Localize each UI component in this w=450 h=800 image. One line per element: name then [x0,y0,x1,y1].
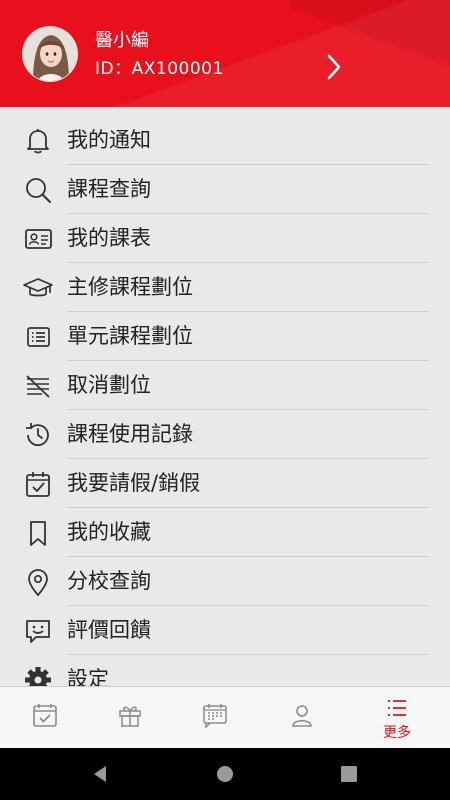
menu-item-leave-request[interactable]: 我要請假/銷假 [0,459,450,508]
menu-item-label: 取消劃位 [67,373,151,397]
menu-item-notifications[interactable]: 我的通知 [0,116,450,165]
menu-item-label: 分校查詢 [67,569,151,593]
feedback-smile-icon [26,620,50,643]
recents-icon[interactable] [337,762,361,786]
history-icon [26,423,49,447]
back-icon[interactable] [88,762,112,786]
menu-item-label: 課程查詢 [67,177,151,201]
tab-more[interactable]: 更多 [352,687,442,749]
location-pin-icon [28,569,48,597]
tab-more-label: 更多 [383,725,411,741]
menu-item-my-schedule[interactable]: 我的課表 [0,214,450,263]
menu-item-course-search[interactable]: 課程查詢 [0,165,450,214]
menu-item-cancel-booking[interactable]: 取消劃位 [0,361,450,410]
id-card-icon [25,229,52,249]
menu-item-favorites[interactable]: 我的收藏 [0,508,450,557]
calendar-check-icon [26,472,50,497]
search-icon [26,178,51,203]
person-icon [292,705,312,727]
menu-item-label: 我的通知 [67,128,151,152]
menu-item-label: 我的收藏 [67,520,151,544]
menu-item-feedback[interactable]: 評價回饋 [0,606,450,655]
menu-item-label: 主修課程劃位 [67,275,193,299]
gift-icon [119,706,141,727]
calendar-chat-icon [203,704,227,729]
tab-gift[interactable] [85,687,175,749]
profile-id: ID：AX100001 [95,59,224,79]
system-nav-bar [0,748,450,800]
menu-item-label: 課程使用記錄 [67,422,193,446]
graduation-cap-icon [23,278,53,297]
header-decoration-2 [290,0,450,107]
avatar[interactable] [22,26,78,82]
menu-item-branch-search[interactable]: 分校查詢 [0,557,450,606]
cancel-list-icon [26,375,50,398]
chevron-right-icon[interactable] [322,52,346,82]
bell-icon [27,129,49,154]
tab-calendar[interactable] [0,687,90,749]
menu-item-usage-history[interactable]: 課程使用記錄 [0,410,450,459]
tab-profile[interactable] [257,687,347,749]
home-icon[interactable] [213,762,237,786]
menu-list: 我的通知 課程查詢 我的課表 主修課程劃位 單元課程劃位 取消劃位 課程使用記錄… [0,116,450,704]
profile-header[interactable]: 醫小編 ID：AX100001 [0,0,450,107]
menu-item-major-booking[interactable]: 主修課程劃位 [0,263,450,312]
bookmark-icon [30,521,46,546]
bottom-tab-bar: 更多 [0,686,450,748]
menu-item-label: 評價回饋 [67,618,151,642]
menu-item-label: 我要請假/銷假 [67,471,201,495]
tab-calendar-chat[interactable] [170,687,260,749]
menu-item-label: 我的課表 [67,226,151,250]
menu-item-label: 單元課程劃位 [67,324,193,348]
list-icon [27,327,50,347]
calendar-check-icon [33,704,57,727]
profile-name: 醫小編 [95,30,149,51]
menu-list-icon [388,700,406,716]
menu-item-unit-booking[interactable]: 單元課程劃位 [0,312,450,361]
